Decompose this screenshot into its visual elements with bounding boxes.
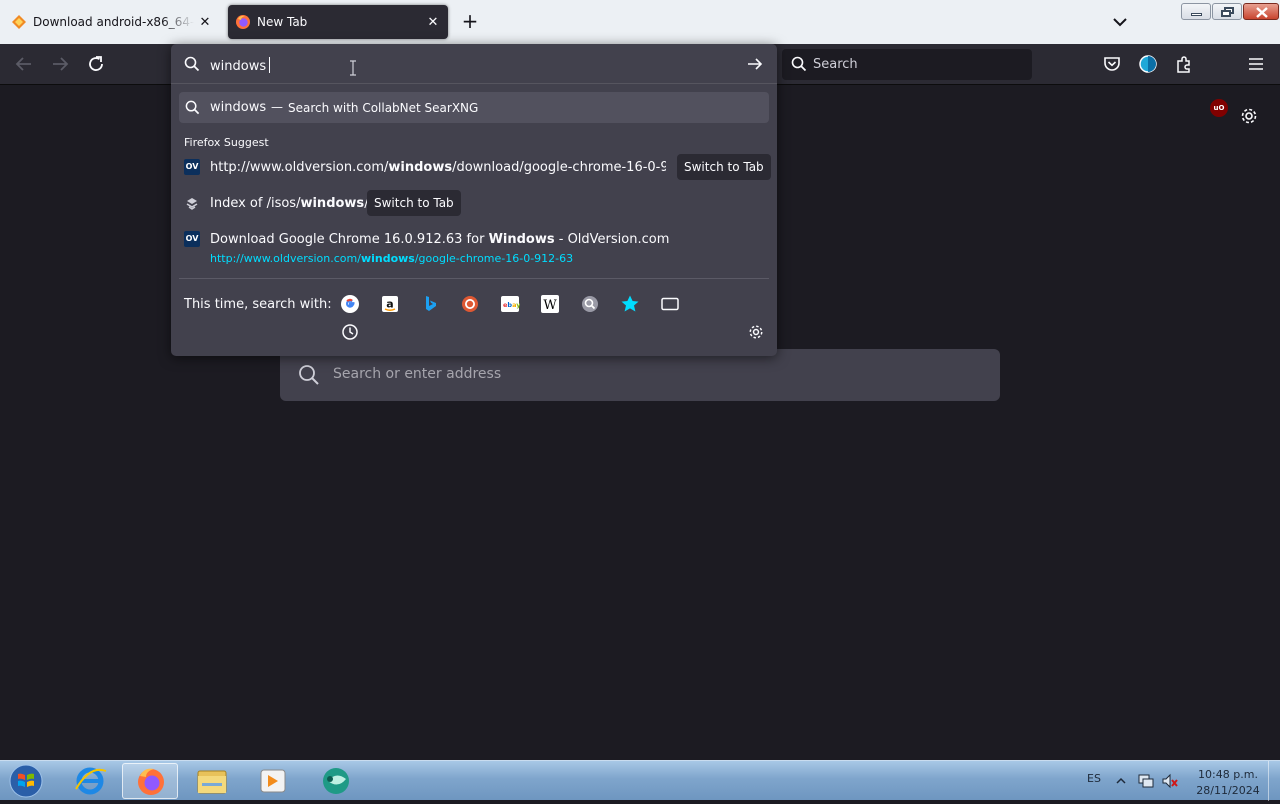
result-title: Index of /isos/windows/ <box>210 196 369 211</box>
oldversion-favicon: OV <box>184 159 200 175</box>
taskbar-app[interactable] <box>308 763 364 799</box>
newtab-search-placeholder: Search or enter address <box>333 366 502 382</box>
searxng-icon[interactable] <box>580 294 600 314</box>
media-player-icon <box>260 769 286 793</box>
account-icon[interactable] <box>1138 54 1158 74</box>
switch-to-tab-button[interactable]: Switch to Tab <box>367 190 461 216</box>
forward-arrow-icon[interactable] <box>48 52 72 76</box>
taskbar-internet-explorer[interactable] <box>62 763 118 799</box>
browser-window: Download android-x86_64-9.0-r2.iso ✕ New… <box>0 0 1280 760</box>
firefox-icon <box>236 15 250 29</box>
tab-title: New Tab <box>257 15 308 29</box>
oneoff-label: This time, search with: <box>184 297 332 312</box>
taskbar-media-player[interactable] <box>246 763 302 799</box>
result-row[interactable]: Index of /isos/windows/ Switch to Tab <box>179 187 769 219</box>
search-bar[interactable]: Search <box>782 49 1032 80</box>
internet-explorer-icon <box>75 767 107 795</box>
search-suggestion-row[interactable]: windows — Search with CollabNet SearXNG <box>179 92 769 123</box>
search-icon <box>791 56 807 72</box>
search-icon <box>185 100 200 115</box>
tabs-icon[interactable] <box>660 294 680 314</box>
oneoff-divider <box>179 278 769 279</box>
search-action-text: Search with CollabNet SearXNG <box>288 101 479 115</box>
tab-download[interactable]: Download android-x86_64-9.0-r2.iso ✕ <box>4 5 220 39</box>
taskbar-explorer[interactable] <box>184 763 240 799</box>
result-url: http://www.oldversion.com/windows/google… <box>210 252 574 265</box>
ebay-icon[interactable]: ebay <box>500 294 520 314</box>
wikipedia-icon[interactable]: W <box>540 294 560 314</box>
switch-to-tab-button[interactable]: Switch to Tab <box>677 154 771 180</box>
show-desktop-button[interactable] <box>1268 761 1280 801</box>
download-diamond-icon <box>12 15 26 29</box>
chat-bubble-app-icon <box>323 768 349 794</box>
minimize-icon <box>1191 13 1202 16</box>
personalize-gear-icon[interactable] <box>1238 105 1260 127</box>
list-all-tabs-icon[interactable] <box>1108 10 1132 34</box>
minimize-button[interactable] <box>1181 3 1211 20</box>
tab-title: Download android-x86_64-9.0-r2.iso <box>33 15 194 29</box>
new-tab-button[interactable]: + <box>458 10 482 34</box>
duckduckgo-icon[interactable] <box>460 294 480 314</box>
newtab-search-box[interactable]: Search or enter address <box>280 349 1000 401</box>
windows-taskbar: ES 10:48 p.m. 28/11/2024 <box>0 760 1280 801</box>
close-tab-button[interactable]: ✕ <box>194 15 216 30</box>
clock-time: 10:48 p.m. <box>1198 768 1258 781</box>
result-row[interactable]: OV http://www.oldversion.com/windows/dow… <box>179 151 771 183</box>
svg-text:W: W <box>543 298 557 313</box>
search-bar-label: Search <box>813 57 858 72</box>
taskbar-clock[interactable]: 10:48 p.m. 28/11/2024 <box>1192 767 1264 799</box>
address-bar-value: windows <box>210 57 271 74</box>
keyboard-language[interactable]: ES <box>1087 772 1101 785</box>
window-close-button[interactable] <box>1243 3 1279 20</box>
bookmarks-star-icon[interactable] <box>620 294 640 314</box>
result-title: http://www.oldversion.com/windows/downlo… <box>210 160 666 175</box>
restore-button[interactable] <box>1212 3 1242 20</box>
taskbar-firefox[interactable] <box>122 763 178 799</box>
reload-icon[interactable] <box>84 52 108 76</box>
result-title: Download Google Chrome 16.0.912.63 for W… <box>210 232 670 247</box>
search-settings-gear-icon[interactable] <box>747 323 765 341</box>
close-tab-button[interactable]: ✕ <box>422 15 444 30</box>
ublock-origin-icon[interactable]: uO <box>1210 99 1228 117</box>
bing-icon[interactable] <box>420 294 440 314</box>
extensions-puzzle-icon[interactable] <box>1174 54 1194 74</box>
text-cursor-icon <box>350 60 356 76</box>
hamburger-menu-icon[interactable] <box>1246 54 1266 74</box>
tray-expand-icon[interactable] <box>1115 775 1127 787</box>
close-icon <box>1256 7 1268 18</box>
pocket-icon[interactable] <box>1102 54 1122 74</box>
urlbar-panel: windows windows — Search with CollabNet … <box>171 44 777 356</box>
back-arrow-icon[interactable] <box>12 52 36 76</box>
restore-icon-back <box>1221 10 1231 17</box>
svg-text:a: a <box>386 298 393 311</box>
go-arrow-icon[interactable] <box>746 56 764 72</box>
separator-dash: — <box>271 100 283 114</box>
volume-muted-icon[interactable] <box>1161 772 1179 790</box>
history-icon[interactable] <box>340 322 360 342</box>
tab-new-tab[interactable]: New Tab ✕ <box>228 5 448 39</box>
search-icon <box>299 365 319 385</box>
folder-icon <box>197 770 227 794</box>
oldversion-favicon: OV <box>184 231 200 247</box>
clock-date: 28/11/2024 <box>1196 784 1260 797</box>
search-icon <box>184 56 200 72</box>
windows-start-icon[interactable] <box>6 763 46 799</box>
firefox-suggest-heading: Firefox Suggest <box>184 136 269 149</box>
network-icon[interactable] <box>1137 772 1155 790</box>
address-bar-input[interactable]: windows <box>171 44 777 84</box>
folder-index-icon <box>186 198 198 210</box>
result-row[interactable]: OV Download Google Chrome 16.0.912.63 fo… <box>179 223 769 269</box>
firefox-icon <box>138 768 164 795</box>
search-query: windows <box>210 100 267 115</box>
amazon-icon[interactable]: a <box>380 294 400 314</box>
tab-strip: Download android-x86_64-9.0-r2.iso ✕ New… <box>0 0 1280 44</box>
svg-text:ebay: ebay <box>503 301 520 309</box>
google-icon[interactable] <box>340 294 360 314</box>
